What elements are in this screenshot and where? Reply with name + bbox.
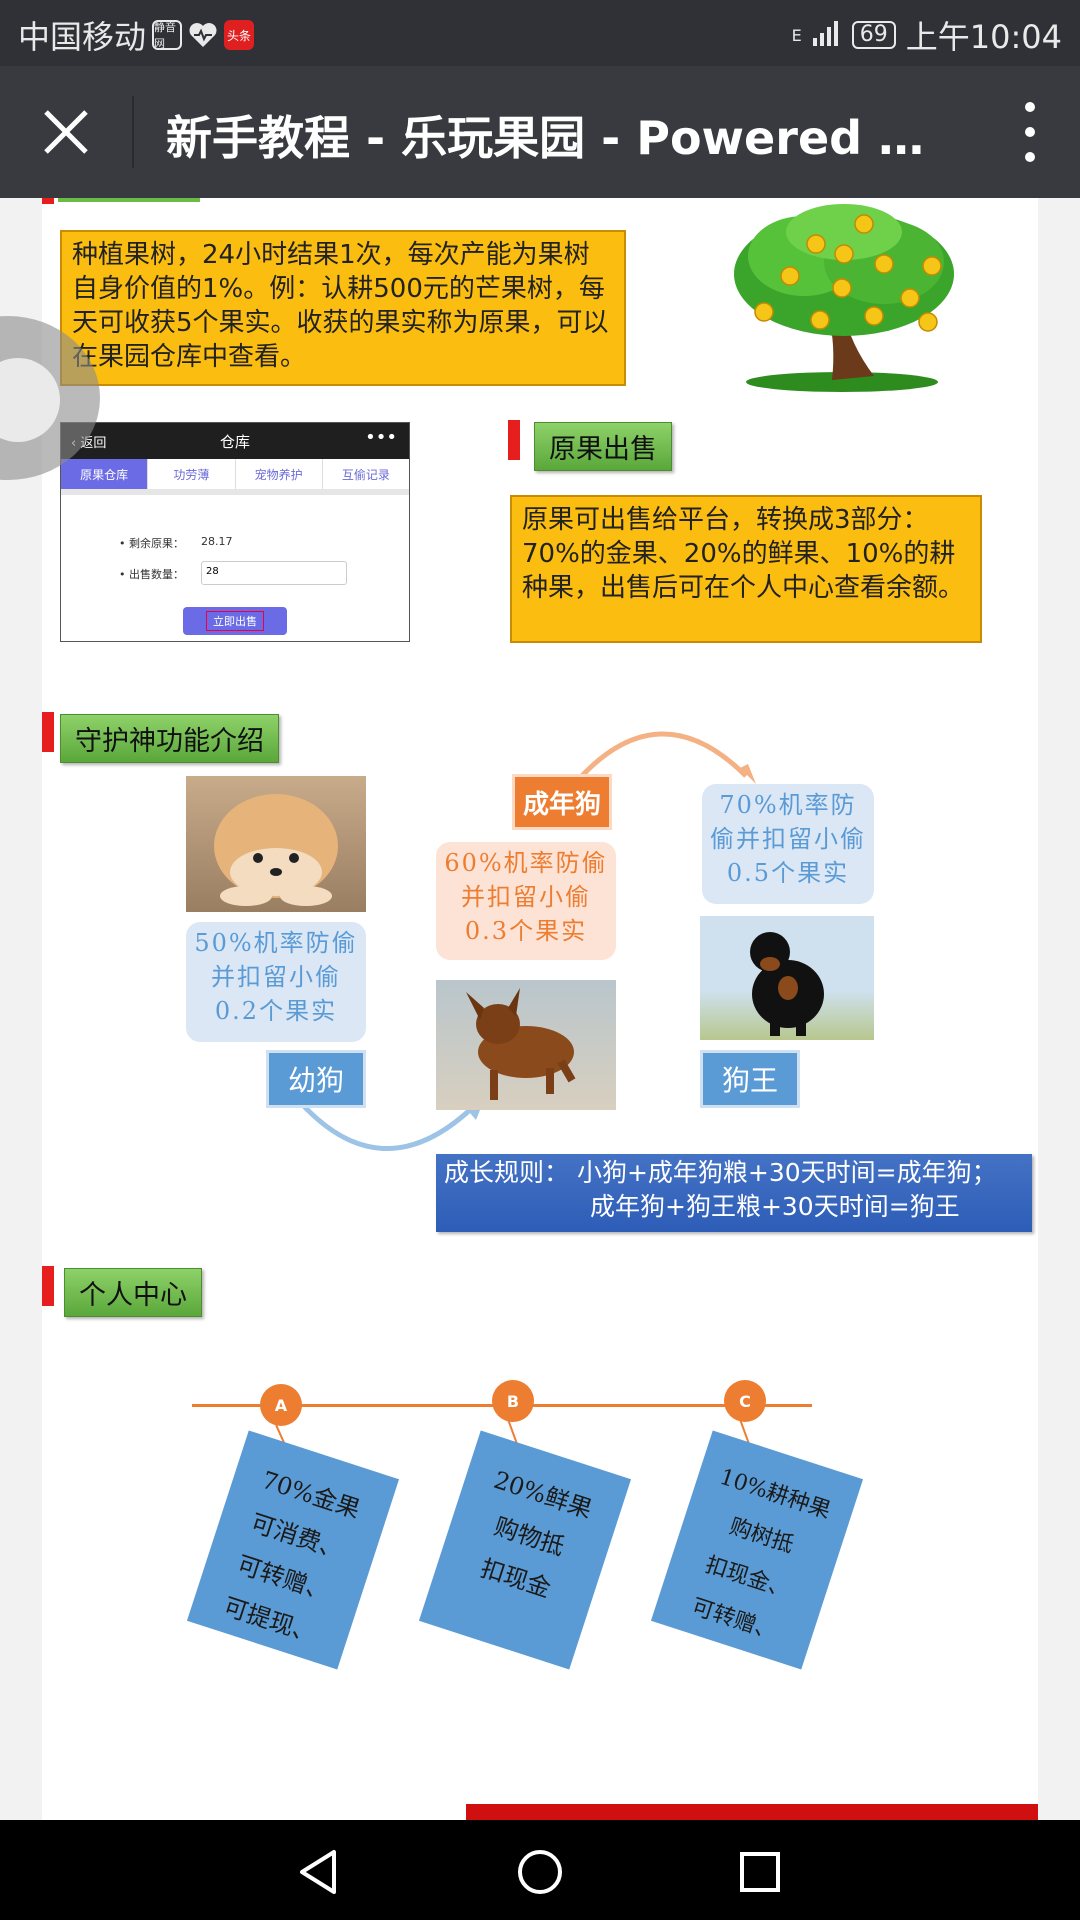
- battery-indicator: 69: [851, 21, 896, 49]
- system-nav-bar: [0, 1820, 1080, 1920]
- warehouse-tabs: 原果仓库 功劳薄 宠物养护 互偷记录: [61, 459, 409, 495]
- warehouse-title: 仓库: [219, 433, 250, 451]
- card-fresh-fruit: 20%鲜果 购物抵 扣现金: [418, 1430, 632, 1670]
- puppy-label: 幼狗: [266, 1050, 366, 1108]
- dog-king-photo: [700, 916, 874, 1040]
- titlebar-divider: [132, 96, 134, 168]
- recents-button[interactable]: [736, 1848, 784, 1896]
- badge-c: C: [724, 1380, 766, 1422]
- adult-dog-photo: [436, 980, 616, 1110]
- section-marker: [508, 420, 520, 460]
- section-marker: [42, 1266, 54, 1306]
- remaining-value: 28.17: [201, 535, 233, 548]
- floating-assist-inner: [0, 358, 60, 442]
- section-tag-sell: 原果出售: [534, 422, 672, 471]
- tutorial-page: 种植果树，24小时结果1次，每次产能为果树自身价值的1%。例：认耕500元的芒果…: [42, 198, 1038, 1820]
- more-icon-dot: [1025, 152, 1035, 162]
- puppy-description: 50%机率防偷并扣留小偷0.2个果实: [186, 922, 366, 1042]
- growth-rule-line-2: 成年狗+狗王粮+30天时间=狗王: [590, 1192, 960, 1221]
- badge-a: A: [260, 1384, 302, 1426]
- recents-icon: [740, 1852, 780, 1892]
- tab-steal-log: 互偷记录: [341, 467, 390, 482]
- page-title: 新手教程 - 乐玩果园 - Powered by...: [166, 111, 946, 165]
- back-icon: [300, 1850, 336, 1894]
- sell-quantity-field: 28: [201, 561, 347, 585]
- back-button[interactable]: [296, 1848, 344, 1896]
- remaining-label: • 剩余原果：: [119, 537, 184, 550]
- card-gold-fruit: 70%金果 可消费、 可转赠、 可提现、: [186, 1430, 400, 1670]
- dog-king-label: 狗王: [700, 1050, 800, 1108]
- browser-titlebar: 新手教程 - 乐玩果园 - Powered by...: [0, 66, 1080, 198]
- app-notification-icon: 静音网: [152, 20, 183, 50]
- more-button[interactable]: [1016, 102, 1044, 162]
- puppy-photo: [186, 776, 366, 912]
- section-tag-personal: 个人中心: [64, 1268, 202, 1317]
- warehouse-header: ‹ 返回 仓库 •••: [61, 423, 409, 459]
- fruit-tree-image: [724, 204, 964, 394]
- badge-b: B: [492, 1380, 534, 1422]
- tab-merit: 功劳薄: [148, 459, 236, 489]
- growth-rule-box: 成长规则： 小狗+成年狗粮+30天时间=成年狗； 成年狗+狗王粮+30天时间=狗…: [436, 1154, 1032, 1232]
- tab-pet-care: 宠物养护: [236, 459, 323, 489]
- status-right: E 69 上午10:04: [792, 12, 1062, 58]
- section-tag-guardian: 守护神功能介绍: [60, 714, 279, 763]
- more-icon-dot: [1025, 127, 1035, 137]
- news-app-icon: 头条: [224, 20, 255, 50]
- tab-raw-fruit: 原果仓库: [61, 459, 149, 489]
- warehouse-screenshot: ‹ 返回 仓库 ••• 原果仓库 功劳薄 宠物养护 互偷记录 • 剩余原果： 2…: [60, 422, 410, 642]
- cropped-tag: [58, 198, 200, 202]
- harvest-description: 种植果树，24小时结果1次，每次产能为果树自身价值的1%。例：认耕500元的芒果…: [60, 230, 626, 386]
- carrier-name: 中国移动: [18, 18, 147, 56]
- signal-icon: [812, 16, 842, 54]
- more-icon: •••: [365, 427, 397, 448]
- adult-dog-label: 成年狗: [512, 774, 612, 830]
- web-content[interactable]: 种植果树，24小时结果1次，每次产能为果树自身价值的1%。例：认耕500元的芒果…: [0, 198, 1080, 1820]
- home-icon: [518, 1850, 562, 1894]
- more-icon-dot: [1025, 102, 1035, 112]
- card-farming-fruit: 10%耕种果 购树抵 扣现金、 可转赠、: [650, 1430, 864, 1670]
- sell-description: 原果可出售给平台，转换成3部分：70%的金果、20%的鲜果、10%的耕种果，出售…: [510, 495, 982, 643]
- clock: 上午10:04: [905, 18, 1062, 56]
- network-type: E: [791, 25, 802, 45]
- heart-icon: [188, 20, 218, 50]
- bottom-red-bar: [466, 1804, 1038, 1820]
- sell-now-label: 立即出售: [206, 611, 264, 631]
- status-left: 中国移动 静音网 头条: [18, 12, 255, 58]
- close-button[interactable]: [38, 104, 94, 160]
- adult-dog-description: 60%机率防偷并扣留小偷0.3个果实: [436, 842, 616, 960]
- home-button[interactable]: [516, 1848, 564, 1896]
- growth-rule-line-1: 成长规则： 小狗+成年狗粮+30天时间=成年狗；: [444, 1158, 997, 1187]
- section-marker: [42, 712, 54, 752]
- sell-now-button: 立即出售: [183, 607, 287, 635]
- section-marker: [42, 198, 54, 204]
- dog-king-description: 70%机率防偷并扣留小偷0.5个果实: [702, 784, 874, 904]
- sell-label: • 出售数量：: [119, 568, 184, 581]
- status-bar: 中国移动 静音网 头条 E 69 上午10:04: [0, 0, 1080, 66]
- close-icon: [44, 110, 88, 154]
